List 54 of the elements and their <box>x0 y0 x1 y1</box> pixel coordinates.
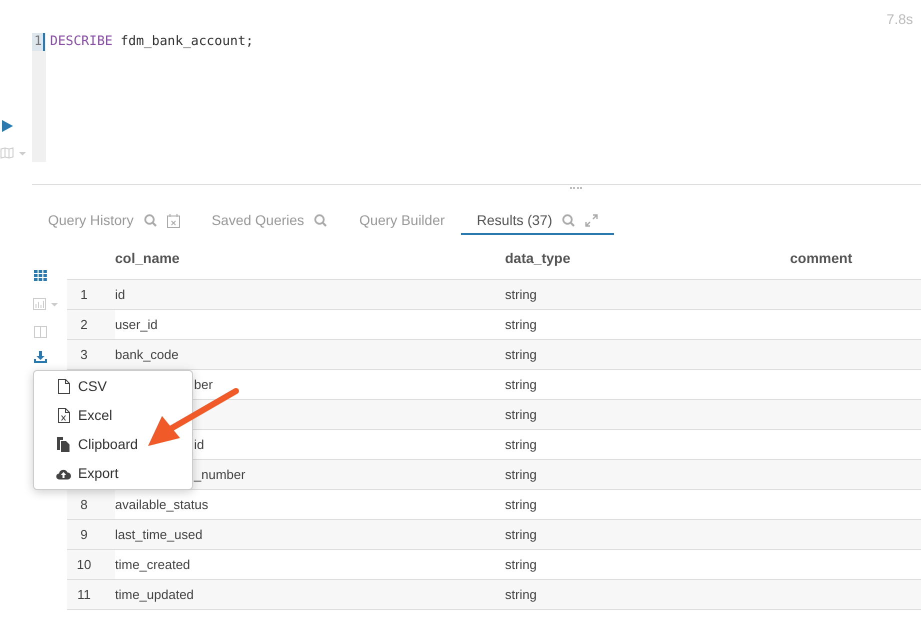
table-cell: bank_code <box>115 346 179 362</box>
download-icon[interactable] <box>34 351 47 363</box>
row-number: 3 <box>80 346 88 364</box>
grid-icon[interactable] <box>34 270 47 281</box>
map-icon[interactable] <box>0 147 28 159</box>
table-cell: string <box>505 406 537 422</box>
table-cell: string <box>505 346 537 362</box>
table-cell: ber <box>194 376 213 392</box>
table-cell: time_created <box>115 556 190 572</box>
row-number: 2 <box>80 316 88 334</box>
spreadsheet-file-icon <box>56 408 71 423</box>
expand-icon[interactable] <box>585 214 598 227</box>
table-cell: available_status <box>115 496 208 512</box>
file-icon <box>56 379 71 394</box>
column-header[interactable]: col_name <box>115 248 505 269</box>
menu-item[interactable]: Export <box>78 463 118 484</box>
tab[interactable]: Results (37) <box>476 210 552 231</box>
row-number: 11 <box>77 586 91 604</box>
menu-item[interactable]: Clipboard <box>78 434 138 455</box>
row-number: 9 <box>80 526 88 544</box>
table-cell: string <box>505 286 537 302</box>
table-cell: _number <box>194 466 246 482</box>
run-icon[interactable] <box>2 120 13 132</box>
search-icon[interactable] <box>314 214 328 227</box>
clipboard-icon <box>56 437 71 452</box>
table-cell: string <box>505 316 537 332</box>
row-number: 8 <box>80 496 88 514</box>
chart-icon[interactable] <box>33 298 61 310</box>
menu-item[interactable]: CSV <box>78 376 107 397</box>
table-cell: id <box>115 286 126 302</box>
menu-item[interactable]: Excel <box>78 405 112 426</box>
table-cell: string <box>505 496 537 512</box>
search-icon[interactable] <box>562 214 576 227</box>
code-line: DESCRIBE fdm_bank_account; <box>50 33 254 51</box>
column-header[interactable]: comment <box>790 248 921 269</box>
table-cell: user_id <box>115 316 158 332</box>
execution-time: 7.8s <box>886 10 913 29</box>
columns-icon[interactable] <box>34 326 47 338</box>
table-cell: string <box>505 556 537 572</box>
row-number: 10 <box>76 556 92 574</box>
table-cell: time_updated <box>115 586 194 602</box>
table-cell: string <box>505 466 537 482</box>
line-number: 1 <box>32 33 45 51</box>
calendar-icon[interactable] <box>166 214 180 228</box>
table-cell: id <box>194 436 204 452</box>
table-cell: string <box>505 376 537 392</box>
table-cell: string <box>505 586 537 602</box>
table-cell: last_time_used <box>115 526 202 542</box>
column-header[interactable]: data_type <box>505 248 790 269</box>
cloud-upload-icon <box>56 468 71 480</box>
search-icon[interactable] <box>144 214 157 227</box>
row-number: 1 <box>80 286 88 304</box>
table-cell: string <box>505 526 537 542</box>
table-cell: string <box>505 436 537 452</box>
